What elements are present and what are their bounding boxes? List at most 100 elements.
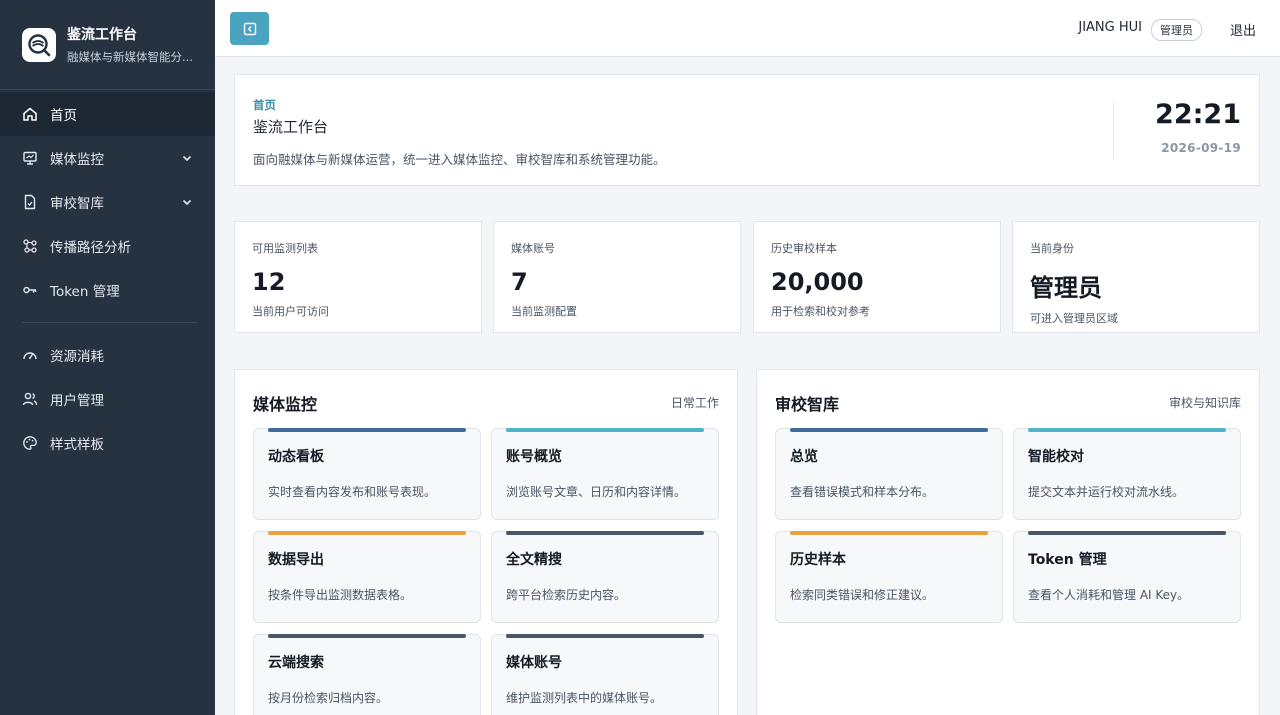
card-media-accounts[interactable]: 媒体账号 维护监测列表中的媒体账号。: [491, 634, 719, 715]
card-description: 查看错误模式和样本分布。: [790, 485, 935, 499]
card-cloud-search[interactable]: 云端搜索 按月份检索归档内容。: [253, 634, 481, 715]
card-title: 数据导出: [268, 552, 324, 568]
sidebar-item-label: 媒体监控: [50, 152, 104, 168]
card-token-management[interactable]: Token 管理 查看个人消耗和管理 AI Key。: [1013, 531, 1241, 623]
panel-title: 媒体监控: [253, 395, 318, 414]
card-accent-bar: [506, 531, 704, 535]
stat-card-identity: 当前身份 管理员 可进入管理员区域: [1012, 221, 1260, 333]
sidebar-item-resources[interactable]: 资源消耗: [0, 333, 215, 377]
sidebar-item-label: 用户管理: [50, 393, 104, 409]
card-description: 浏览账号文章、日历和内容详情。: [506, 485, 687, 499]
nav-divider: [22, 322, 197, 323]
sidebar-item-review-library[interactable]: 审校智库: [0, 180, 215, 224]
card-accent-bar: [506, 428, 704, 432]
card-accent-bar: [790, 531, 988, 535]
sidebar-item-label: 传播路径分析: [50, 240, 131, 256]
sidebar-item-media-monitor[interactable]: 媒体监控: [0, 136, 215, 180]
card-accent-bar: [790, 428, 988, 432]
panel-title: 审校智库: [775, 395, 840, 414]
clock-time: 22:21: [1155, 99, 1241, 130]
brand[interactable]: 鉴流工作台 融媒体与新媒体智能分...: [0, 0, 215, 90]
card-smart-proofread[interactable]: 智能校对 提交文本并运行校对流水线。: [1013, 428, 1241, 520]
card-history-samples[interactable]: 历史样本 检索同类错误和修正建议。: [775, 531, 1003, 623]
stat-note: 可进入管理员区域: [1030, 312, 1118, 325]
review-library-panel: 审校智库 审校与知识库 总览 查看错误模式和样本分布。 智能校对 提交文本并运行…: [756, 369, 1260, 715]
page-header: 首页 鉴流工作台 面向融媒体与新媒体运营，统一进入媒体监控、审校智库和系统管理功…: [234, 74, 1260, 186]
card-description: 按月份检索归档内容。: [268, 691, 389, 705]
sidebar-item-label: 首页: [50, 108, 77, 124]
stat-card-media-accounts: 媒体账号 7 当前监测配置: [493, 221, 741, 333]
stat-label: 可用监测列表: [252, 242, 318, 255]
stat-card-monitor-lists: 可用监测列表 12 当前用户可访问: [234, 221, 482, 333]
card-data-export[interactable]: 数据导出 按条件导出监测数据表格。: [253, 531, 481, 623]
card-description: 查看个人消耗和管理 AI Key。: [1028, 588, 1190, 602]
sidebar-item-home[interactable]: 首页: [0, 92, 215, 136]
sidebar-item-users[interactable]: 用户管理: [0, 377, 215, 421]
card-accent-bar: [506, 634, 704, 638]
stat-label: 当前身份: [1030, 242, 1074, 255]
stat-value: 20,000: [771, 268, 864, 296]
card-title: 动态看板: [268, 449, 324, 465]
card-title: 媒体账号: [506, 655, 562, 671]
card-title: Token 管理: [1028, 552, 1107, 568]
users-icon: [22, 391, 38, 407]
sidebar-item-label: Token 管理: [50, 284, 120, 300]
brand-subtitle: 融媒体与新媒体智能分...: [67, 50, 193, 64]
monitor-icon: [22, 150, 38, 166]
logo-icon: [22, 27, 56, 62]
card-title: 云端搜索: [268, 655, 324, 671]
gauge-icon: [22, 347, 38, 363]
card-description: 按条件导出监测数据表格。: [268, 588, 413, 602]
card-dashboard[interactable]: 动态看板 实时查看内容发布和账号表现。: [253, 428, 481, 520]
clock-date: 2026-09-19: [1161, 141, 1241, 155]
card-title: 全文精搜: [506, 552, 562, 568]
card-accent-bar: [268, 634, 466, 638]
panel-tag: 审校与知识库: [1168, 396, 1241, 410]
card-description: 跨平台检索历史内容。: [506, 588, 627, 602]
card-title: 历史样本: [790, 552, 846, 568]
chevron-down-icon: [182, 155, 192, 162]
card-overview[interactable]: 总览 查看错误模式和样本分布。: [775, 428, 1003, 520]
key-icon: [22, 282, 38, 298]
stat-label: 媒体账号: [511, 242, 555, 255]
role-badge: 管理员: [1151, 19, 1202, 41]
card-title: 账号概览: [506, 449, 562, 465]
breadcrumb[interactable]: 首页: [253, 97, 276, 113]
card-title: 智能校对: [1028, 449, 1084, 465]
stat-value: 7: [511, 268, 528, 296]
stat-note: 当前用户可访问: [252, 305, 329, 318]
card-description: 提交文本并运行校对流水线。: [1028, 485, 1185, 499]
stat-value: 管理员: [1030, 274, 1102, 302]
stat-value: 12: [252, 268, 286, 296]
sidebar-item-style-samples[interactable]: 样式样板: [0, 421, 215, 465]
palette-icon: [22, 435, 38, 451]
sidebar-nav: 首页 媒体监控 审校智库 传播路径分析 Token 管理 资源消耗 用户管理 样…: [0, 90, 215, 465]
stat-note: 用于检索和校对参考: [771, 305, 870, 318]
card-description: 检索同类错误和修正建议。: [790, 588, 935, 602]
document-icon: [22, 194, 38, 210]
stat-label: 历史审校样本: [771, 242, 837, 255]
card-accent-bar: [268, 531, 466, 535]
card-account-overview[interactable]: 账号概览 浏览账号文章、日历和内容详情。: [491, 428, 719, 520]
page-description: 面向融媒体与新媒体运营，统一进入媒体监控、审校智库和系统管理功能。: [253, 152, 666, 167]
topbar: JIANG HUI 管理员 退出: [215, 0, 1280, 57]
user-name: JIANG HUI: [1078, 20, 1142, 35]
sidebar-item-label: 资源消耗: [50, 349, 104, 365]
card-description: 维护监测列表中的媒体账号。: [506, 691, 663, 705]
card-accent-bar: [268, 428, 466, 432]
page-title: 鉴流工作台: [253, 118, 329, 136]
card-title: 总览: [790, 449, 818, 465]
sidebar-item-propagation[interactable]: 传播路径分析: [0, 224, 215, 268]
sidebar-item-token[interactable]: Token 管理: [0, 268, 215, 312]
home-icon: [22, 106, 38, 122]
logout-link[interactable]: 退出: [1230, 20, 1256, 39]
sidebar-item-label: 样式样板: [50, 437, 104, 453]
network-icon: [22, 238, 38, 254]
card-accent-bar: [1028, 428, 1226, 432]
card-accent-bar: [1028, 531, 1226, 535]
collapse-sidebar-button[interactable]: [230, 12, 269, 45]
stat-card-review-samples: 历史审校样本 20,000 用于检索和校对参考: [753, 221, 1001, 333]
panel-tag: 日常工作: [670, 396, 719, 410]
card-fulltext-search[interactable]: 全文精搜 跨平台检索历史内容。: [491, 531, 719, 623]
media-monitor-panel: 媒体监控 日常工作 动态看板 实时查看内容发布和账号表现。 账号概览 浏览账号文…: [234, 369, 738, 715]
